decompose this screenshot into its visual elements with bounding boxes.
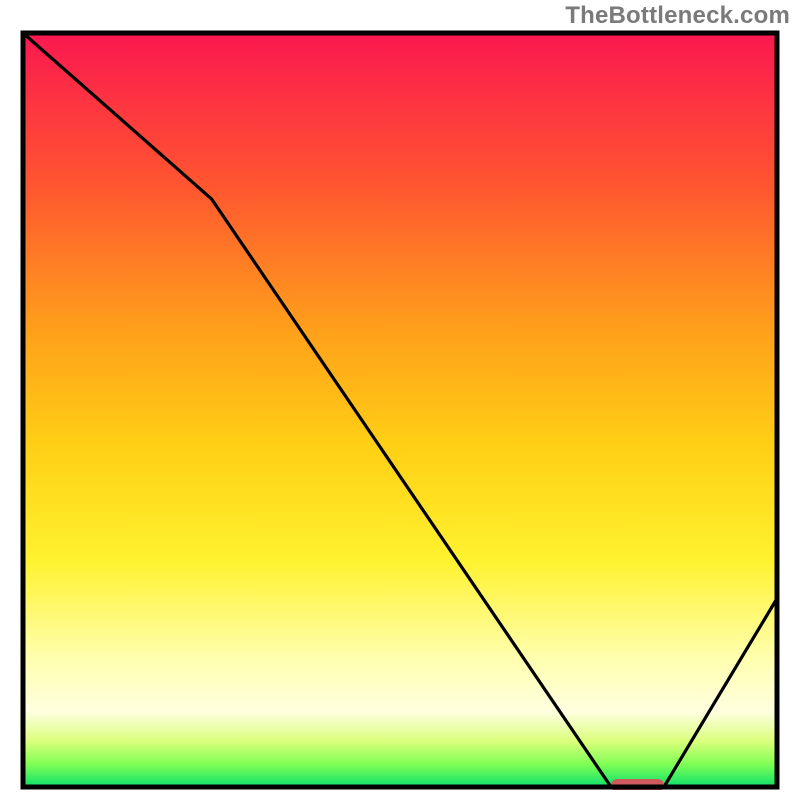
chart-background	[23, 33, 777, 787]
bottleneck-chart	[20, 30, 780, 790]
watermark-text: TheBottleneck.com	[565, 2, 790, 30]
